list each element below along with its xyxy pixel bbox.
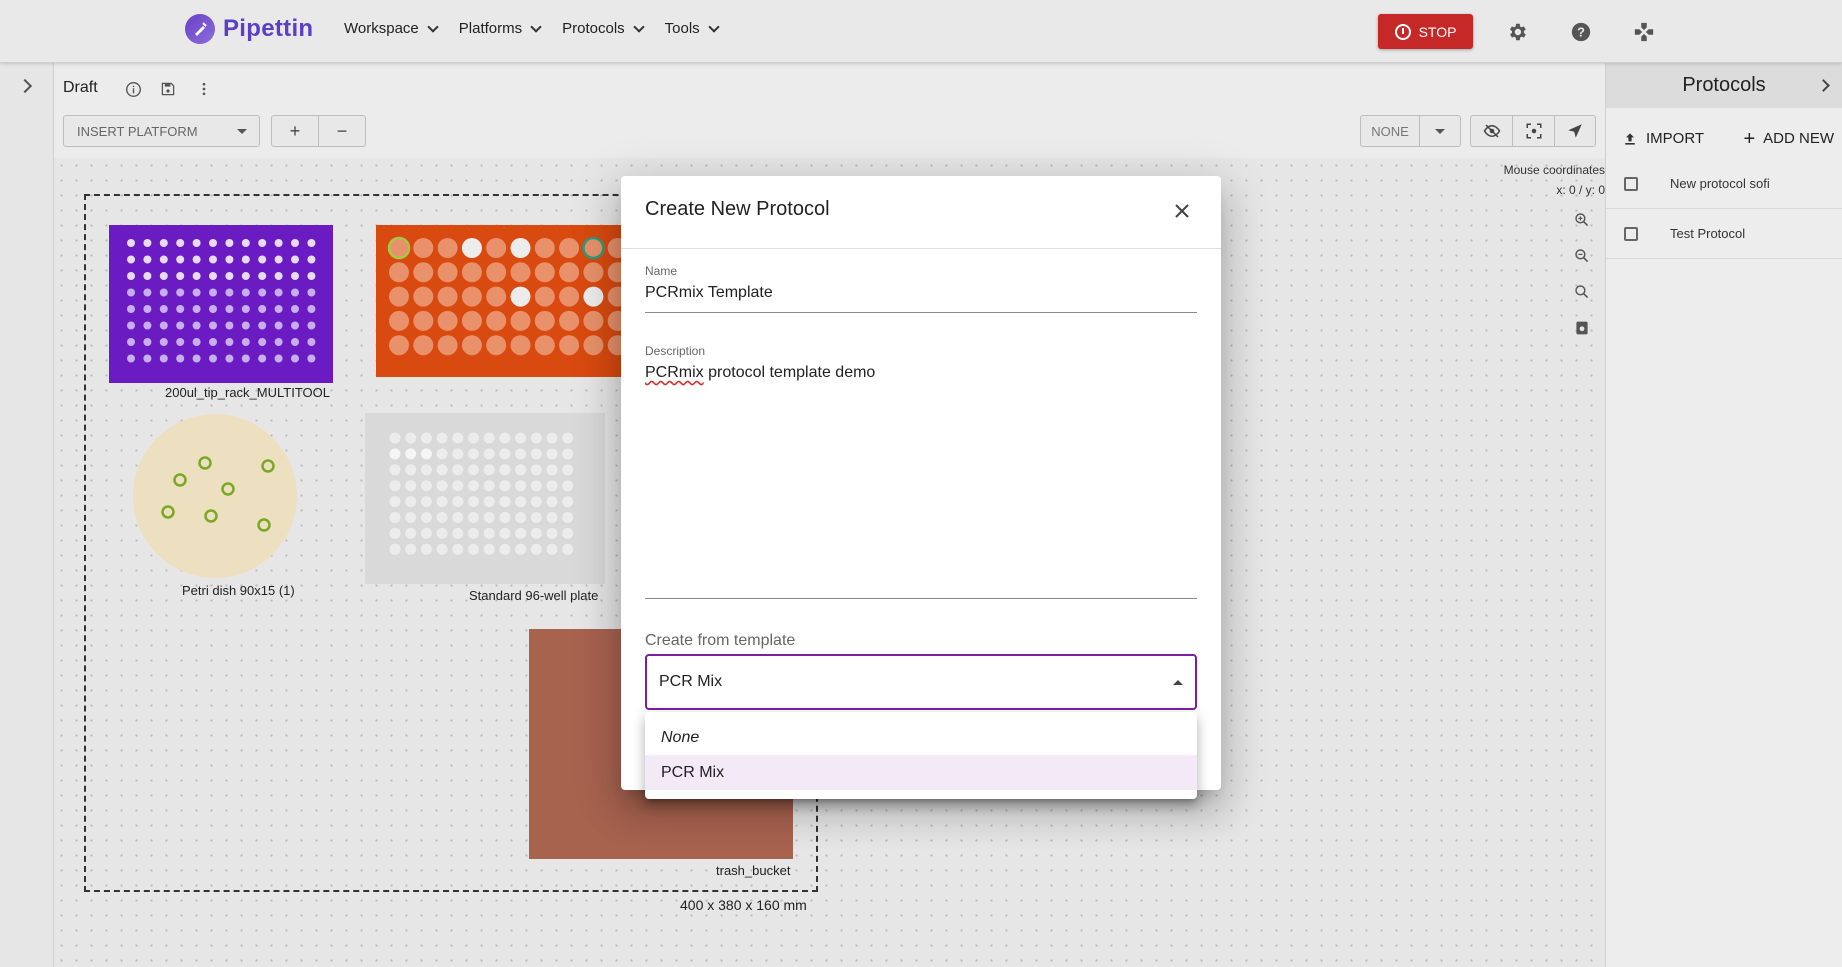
dialog-title: Create New Protocol	[645, 198, 830, 220]
template-select[interactable]: PCR Mix	[645, 654, 1197, 710]
create-protocol-dialog: Create New Protocol Name PCRmix Template…	[621, 176, 1221, 790]
template-select-label: Create from template	[645, 632, 796, 649]
close-icon[interactable]	[1173, 202, 1191, 220]
menu-item-pcr-mix[interactable]: PCR Mix	[645, 755, 1197, 790]
description-field-underline	[645, 598, 1197, 599]
description-field[interactable]: PCRmix protocol template demo	[645, 364, 875, 382]
description-field-label: Description	[645, 344, 706, 358]
dialog-divider	[621, 248, 1221, 249]
name-field[interactable]: PCRmix Template	[645, 284, 773, 302]
caret-up-icon	[1173, 680, 1183, 685]
description-text: protocol template demo	[703, 364, 876, 381]
description-text-misspelled: PCRmix	[645, 364, 704, 381]
template-options-menu: None PCR Mix	[645, 712, 1197, 799]
template-select-value: PCR Mix	[659, 673, 723, 690]
menu-item-none[interactable]: None	[645, 720, 1197, 755]
name-field-label: Name	[645, 264, 678, 278]
name-field-underline	[645, 312, 1197, 313]
